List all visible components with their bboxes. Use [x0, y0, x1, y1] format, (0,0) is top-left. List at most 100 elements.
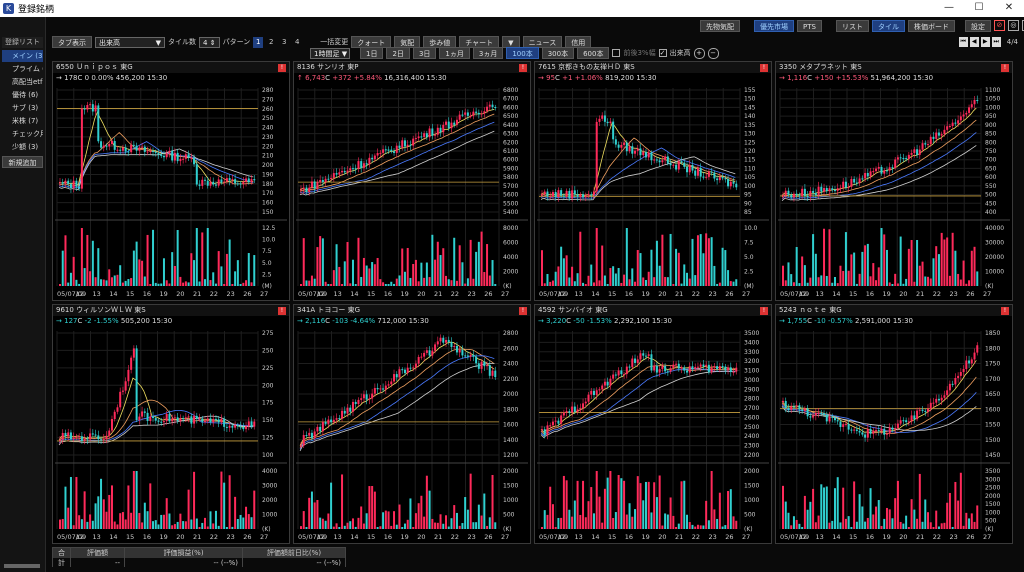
- volume-bar: [959, 279, 962, 286]
- tile-header: 5243 ｎｏｔｅ 東G!: [776, 305, 1012, 316]
- stock-chart-tile[interactable]: 8136 サンリオ 東P! ↑ 6,743C +372 +5.84% 16,316…: [293, 61, 531, 301]
- tile-count-select[interactable]: 4 ⇕: [199, 36, 220, 48]
- futures-quote-button[interactable]: 先物気配: [700, 20, 740, 32]
- minimize-icon[interactable]: —: [934, 0, 964, 17]
- alert-icon[interactable]: !: [1001, 307, 1009, 315]
- candle-body: [141, 411, 144, 417]
- alert-icon[interactable]: !: [1001, 64, 1009, 72]
- screenshot-icon[interactable]: ◎: [1007, 20, 1019, 31]
- candle-body: [623, 374, 626, 376]
- volume-bar: [193, 260, 196, 286]
- interval-select[interactable]: 1時間足 ▼: [310, 47, 350, 59]
- tile-view-button[interactable]: タイル: [871, 20, 905, 32]
- candle-body: [127, 151, 130, 153]
- close-icon[interactable]: ✕: [994, 0, 1024, 17]
- price-axis-tick: 170: [262, 190, 274, 197]
- volume-axis-tick: 1500: [503, 483, 518, 490]
- sidebar-item[interactable]: 米株 (7): [2, 115, 43, 127]
- stock-chart-tile[interactable]: 341A トヨコー 東G! → 2,116C -103 -4.64% 712,00…: [293, 304, 531, 544]
- candle-body: [957, 375, 960, 379]
- settings-button[interactable]: 設定: [964, 20, 991, 32]
- volume-bar: [102, 279, 105, 286]
- tab-display-button[interactable]: タブ表示: [52, 36, 92, 48]
- stock-chart-tile[interactable]: 7615 京都きもの友禅ＨＤ 東S! → 95C +1 +1.06% 819,20…: [534, 61, 772, 301]
- add-list-button[interactable]: 新規追加: [2, 156, 43, 168]
- sidebar-item[interactable]: メイン (32): [2, 50, 43, 62]
- volume-bar: [447, 526, 450, 529]
- maximize-icon[interactable]: ☐: [964, 0, 994, 17]
- candle-body: [705, 176, 708, 178]
- zoom-in-icon[interactable]: +: [693, 47, 705, 59]
- range-3d[interactable]: 3日: [412, 47, 437, 59]
- range-600[interactable]: 600本: [577, 47, 610, 59]
- alert-icon[interactable]: !: [278, 307, 286, 315]
- alert-icon[interactable]: !: [519, 307, 527, 315]
- sidebar-item[interactable]: 優待 (6): [2, 89, 43, 101]
- sidebar-item[interactable]: 少額 (3): [2, 141, 43, 153]
- alert-icon[interactable]: !: [760, 307, 768, 315]
- pattern-2[interactable]: 2: [266, 37, 276, 48]
- volume-axis-tick: 2000: [503, 269, 518, 276]
- pts-button[interactable]: PTS: [797, 20, 822, 32]
- stock-chart-tile[interactable]: 6550 Ｕｎｉｐｏｓ 東G! → 178C 0 0.00% 456,200 15…: [52, 61, 290, 301]
- link-icon[interactable]: ⊘: [993, 20, 1005, 31]
- last-page-icon[interactable]: ⏭: [991, 37, 1001, 47]
- sidebar-item[interactable]: サブ (3): [2, 102, 43, 114]
- range-100[interactable]: 100本: [506, 47, 539, 59]
- sidebar-scrollbar[interactable]: [4, 564, 40, 568]
- stock-chart-tile[interactable]: 4592 サンバイオ 東G! → 3,220C -50 -1.53% 2,292,…: [534, 304, 772, 544]
- stock-chart-tile[interactable]: 5243 ｎｏｔｅ 東G! → 1,755C -10 -0.57% 2,591,0…: [775, 304, 1013, 544]
- candle-body: [592, 390, 595, 396]
- candle-body: [814, 413, 817, 416]
- range-1d[interactable]: 1日: [360, 47, 384, 59]
- volume-bar: [384, 284, 387, 286]
- range-300[interactable]: 300本: [541, 47, 575, 59]
- alert-icon[interactable]: !: [278, 64, 286, 72]
- volume-bar: [554, 271, 557, 286]
- pattern-1[interactable]: 1: [253, 36, 264, 48]
- candle-body: [182, 158, 185, 160]
- volume-bar: [812, 234, 815, 286]
- volume-bar: [801, 527, 804, 529]
- time-axis-tick: 13: [334, 290, 342, 298]
- alert-icon[interactable]: !: [519, 64, 527, 72]
- sidebar-item[interactable]: チェック用 (: [2, 128, 43, 140]
- range-2d[interactable]: 2日: [386, 47, 410, 59]
- prev-page-icon[interactable]: ◀: [969, 37, 979, 47]
- stock-chart-tile[interactable]: 3350 メタプラネット 東S! → 1,116C +150 +15.53% 51…: [775, 61, 1013, 301]
- candle-body: [844, 181, 847, 188]
- alert-icon[interactable]: !: [760, 64, 768, 72]
- candle-body: [940, 134, 943, 136]
- volume-checkbox[interactable]: ✓: [658, 49, 667, 57]
- pattern-3[interactable]: 3: [279, 37, 289, 48]
- stock-name: ウィルソンＷＬＷ: [76, 306, 133, 314]
- candle-body: [869, 428, 872, 434]
- first-page-icon[interactable]: ⏮: [958, 37, 968, 47]
- next-page-icon[interactable]: ▶: [980, 37, 990, 47]
- candle-body: [557, 190, 560, 198]
- sidebar-item[interactable]: 高配当etf: [2, 76, 43, 88]
- volume-bar: [403, 523, 406, 529]
- stock-board-button[interactable]: 株価ボード: [907, 20, 955, 32]
- candle-body: [866, 428, 869, 438]
- time-axis-tick: 12: [76, 290, 84, 298]
- list-view-button[interactable]: リスト: [835, 20, 869, 32]
- volume-bar: [565, 255, 568, 286]
- range-3m[interactable]: 3ヵ月: [472, 47, 504, 59]
- volume-bar: [672, 284, 675, 286]
- band-checkbox[interactable]: [612, 49, 621, 57]
- volume-bar: [948, 492, 951, 529]
- pattern-4[interactable]: 4: [292, 37, 302, 48]
- zoom-out-icon[interactable]: −: [707, 47, 719, 59]
- tab-display-select[interactable]: 出来高 ▼: [95, 36, 165, 48]
- candle-body: [324, 421, 327, 424]
- range-1m[interactable]: 1ヵ月: [439, 47, 470, 59]
- volume-bar: [888, 509, 891, 529]
- primary-market-button[interactable]: 優先市場: [754, 20, 794, 32]
- volume-bar: [699, 234, 702, 286]
- sidebar-item[interactable]: プライム (4): [2, 63, 43, 75]
- quote-time: 15:30: [146, 74, 168, 82]
- candle-body: [609, 378, 612, 386]
- candle-body: [387, 384, 390, 386]
- stock-chart-tile[interactable]: 9610 ウィルソンＷＬＷ 東S! → 127C -2 -1.55% 505,20…: [52, 304, 290, 544]
